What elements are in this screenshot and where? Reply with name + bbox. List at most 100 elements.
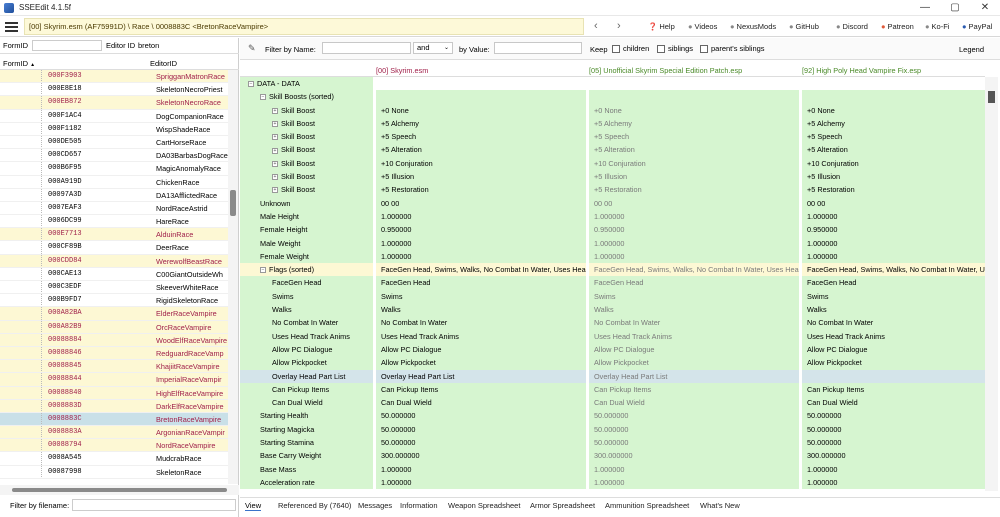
minimize-button[interactable]: — <box>912 1 938 15</box>
field-value-highpoly[interactable]: Can Dual Wield <box>802 396 985 410</box>
record-field-row[interactable]: Female Height 0.950000 0.950000 0.950000 <box>240 223 985 237</box>
record-list-row[interactable]: 00087998 SkeletonRace <box>0 465 228 479</box>
record-field-row[interactable]: Swims Swims Swims Swims <box>240 289 985 304</box>
field-value-highpoly[interactable]: Allow Pickpocket <box>802 356 985 370</box>
record-list-row[interactable]: 000F3903 SprigganMatronRace <box>0 70 228 84</box>
field-value-ussep[interactable]: 50.000000 <box>589 436 799 450</box>
record-field-row[interactable]: Base Carry Weight 300.000000 300.000000 300… <box>240 449 985 463</box>
editorid-search-input[interactable]: breton <box>138 41 159 50</box>
field-value-ussep[interactable]: 50.000000 <box>589 422 799 437</box>
tab-messages[interactable]: Messages <box>358 501 392 510</box>
hscrollbar-thumb[interactable] <box>12 488 227 492</box>
hamburger-menu-icon[interactable] <box>5 22 18 32</box>
record-field-row[interactable]: + Skill Boost +10 Conjuration +10 Conjurati… <box>240 156 985 171</box>
close-button[interactable]: ✕ <box>972 1 998 15</box>
field-value-ussep[interactable]: FaceGen Head, Swims, Walks, No Combat In… <box>589 263 799 277</box>
field-value-ussep[interactable] <box>589 90 799 104</box>
record-list-row[interactable]: 000CAE13 C00GiantOutsideWh <box>0 267 228 281</box>
record-list-row[interactable]: 000EB872 SkeletonNecroRace <box>0 96 228 110</box>
record-list-row[interactable]: 00088846 RedguardRaceVamp <box>0 346 228 361</box>
record-list-row[interactable]: 000CD657 DA03BarbasDogRace <box>0 149 228 163</box>
field-value-skyrim[interactable]: 1.000000 <box>376 209 586 224</box>
formid-column-header[interactable]: FormID ▲ <box>3 59 35 68</box>
field-value-skyrim[interactable] <box>376 77 586 91</box>
kofi-link[interactable]: ● Ko-Fi <box>925 22 949 31</box>
field-value-ussep[interactable]: +5 Alteration <box>589 143 799 157</box>
record-list-row[interactable]: 000CF89B DeerRace <box>0 241 228 255</box>
discord-link[interactable]: ● Discord <box>836 22 868 31</box>
record-list-row[interactable]: 000E7713 AlduinRace <box>0 228 228 242</box>
field-value-highpoly[interactable]: 50.000000 <box>802 422 985 437</box>
record-list-row[interactable]: 00097A3D DA13AfflictedRace <box>0 188 228 202</box>
record-field-row[interactable]: + Skill Boost +0 None +0 None +0 None <box>240 103 985 117</box>
field-value-skyrim[interactable]: +5 Speech <box>376 130 586 144</box>
field-value-highpoly[interactable]: 300.000000 <box>802 449 985 463</box>
field-value-highpoly[interactable]: +5 Alchemy <box>802 116 985 131</box>
record-field-row[interactable]: − DATA - DATA <box>240 77 985 91</box>
field-value-skyrim[interactable]: No Combat In Water <box>376 316 586 330</box>
expand-toggle-icon[interactable]: + <box>272 174 278 181</box>
field-value-skyrim[interactable]: Can Dual Wield <box>376 396 586 410</box>
record-field-row[interactable]: + Skill Boost +5 Restoration +5 Restoration… <box>240 183 985 197</box>
record-field-row[interactable]: FaceGen Head FaceGen Head FaceGen Head Face… <box>240 276 985 290</box>
videos-link[interactable]: ● Videos <box>688 22 717 31</box>
scrollbar-thumb[interactable] <box>988 91 995 103</box>
field-value-highpoly[interactable]: Swims <box>802 289 985 304</box>
field-value-ussep[interactable]: Can Pickup Items <box>589 382 799 397</box>
field-value-skyrim[interactable]: 1.000000 <box>376 462 586 476</box>
nexusmods-link[interactable]: ● NexusMods <box>730 22 776 31</box>
field-value-ussep[interactable]: 1.000000 <box>589 462 799 476</box>
field-value-skyrim[interactable]: +5 Alteration <box>376 143 586 157</box>
record-field-row[interactable]: Allow PC Dialogue Allow PC Dialogue Allow … <box>240 342 985 357</box>
field-value-skyrim[interactable]: 50.000000 <box>376 409 586 423</box>
record-field-row[interactable]: Allow Pickpocket Allow Pickpocket Allow Pi… <box>240 356 985 370</box>
record-field-row[interactable]: Uses Head Track Anims Uses Head Track Ani… <box>240 329 985 343</box>
field-value-ussep[interactable] <box>589 77 799 91</box>
field-value-ussep[interactable]: Walks <box>589 303 799 317</box>
field-value-highpoly[interactable]: 1.000000 <box>802 236 985 250</box>
record-field-row[interactable]: Overlay Head Part List Overlay Head Part … <box>240 369 985 383</box>
field-value-highpoly[interactable]: 50.000000 <box>802 409 985 423</box>
record-list-row[interactable]: 000B9FD7 RigidSkeletonRace <box>0 294 228 308</box>
record-list-row[interactable]: 000A82B9 OrcRaceVampire <box>0 320 228 334</box>
record-list-hscrollbar[interactable] <box>0 485 239 495</box>
keep-children-checkbox[interactable]: children <box>612 44 649 54</box>
field-value-skyrim[interactable] <box>376 90 586 104</box>
tab-referenced-by-7640[interactable]: Referenced By (7640) <box>278 501 351 510</box>
field-value-ussep[interactable]: Uses Head Track Anims <box>589 329 799 343</box>
field-value-highpoly[interactable]: FaceGen Head, Swims, Walks, No Combat In… <box>802 263 985 277</box>
field-value-ussep[interactable]: 1.000000 <box>589 209 799 224</box>
field-value-highpoly[interactable] <box>802 77 985 91</box>
tab-what-s-new[interactable]: What's New <box>700 501 740 510</box>
field-value-skyrim[interactable]: +10 Conjuration <box>376 156 586 171</box>
field-value-ussep[interactable]: +5 Illusion <box>589 170 799 184</box>
field-value-highpoly[interactable]: Can Pickup Items <box>802 382 985 397</box>
field-value-highpoly[interactable]: 1.000000 <box>802 209 985 224</box>
filter-name-input[interactable] <box>322 42 411 54</box>
field-value-skyrim[interactable]: 00 00 <box>376 196 586 210</box>
field-value-skyrim[interactable]: 1.000000 <box>376 475 586 490</box>
field-value-ussep[interactable]: 50.000000 <box>589 409 799 423</box>
record-list-row[interactable]: 00088884 WoodElfRaceVampire <box>0 333 228 347</box>
record-list-row[interactable]: 0007EAF3 NordRaceAstrid <box>0 201 228 216</box>
field-value-highpoly[interactable]: 0.950000 <box>802 223 985 237</box>
record-field-row[interactable]: Unknown 00 00 00 00 00 00 <box>240 196 985 210</box>
help-link[interactable]: ❓ Help <box>648 22 675 31</box>
field-value-highpoly[interactable] <box>802 369 985 383</box>
record-field-row[interactable]: Acceleration rate 1.000000 1.000000 1.00000… <box>240 475 985 490</box>
record-field-row[interactable]: Can Dual Wield Can Dual Wield Can Dual Wie… <box>240 396 985 410</box>
record-list-scrollbar[interactable] <box>228 70 238 484</box>
record-field-row[interactable]: − Skill Boosts (sorted) <box>240 90 985 104</box>
record-field-row[interactable]: − Flags (sorted) FaceGen Head, Swims, Walk… <box>240 263 985 277</box>
record-field-row[interactable]: + Skill Boost +5 Illusion +5 Illusion +5 Ill… <box>240 170 985 184</box>
record-list-row[interactable]: 0008A545 MudcrabRace <box>0 452 228 466</box>
record-field-row[interactable]: + Skill Boost +5 Speech +5 Speech +5 Speech <box>240 130 985 144</box>
record-field-row[interactable]: Base Mass 1.000000 1.000000 1.000000 <box>240 462 985 476</box>
field-value-highpoly[interactable]: +5 Alteration <box>802 143 985 157</box>
field-value-skyrim[interactable]: +0 None <box>376 103 586 117</box>
field-value-ussep[interactable]: 1.000000 <box>589 249 799 264</box>
tab-armor-spreadsheet[interactable]: Armor Spreadsheet <box>530 501 595 510</box>
field-value-highpoly[interactable]: FaceGen Head <box>802 276 985 290</box>
field-value-skyrim[interactable]: FaceGen Head <box>376 276 586 290</box>
field-value-skyrim[interactable]: 50.000000 <box>376 422 586 437</box>
